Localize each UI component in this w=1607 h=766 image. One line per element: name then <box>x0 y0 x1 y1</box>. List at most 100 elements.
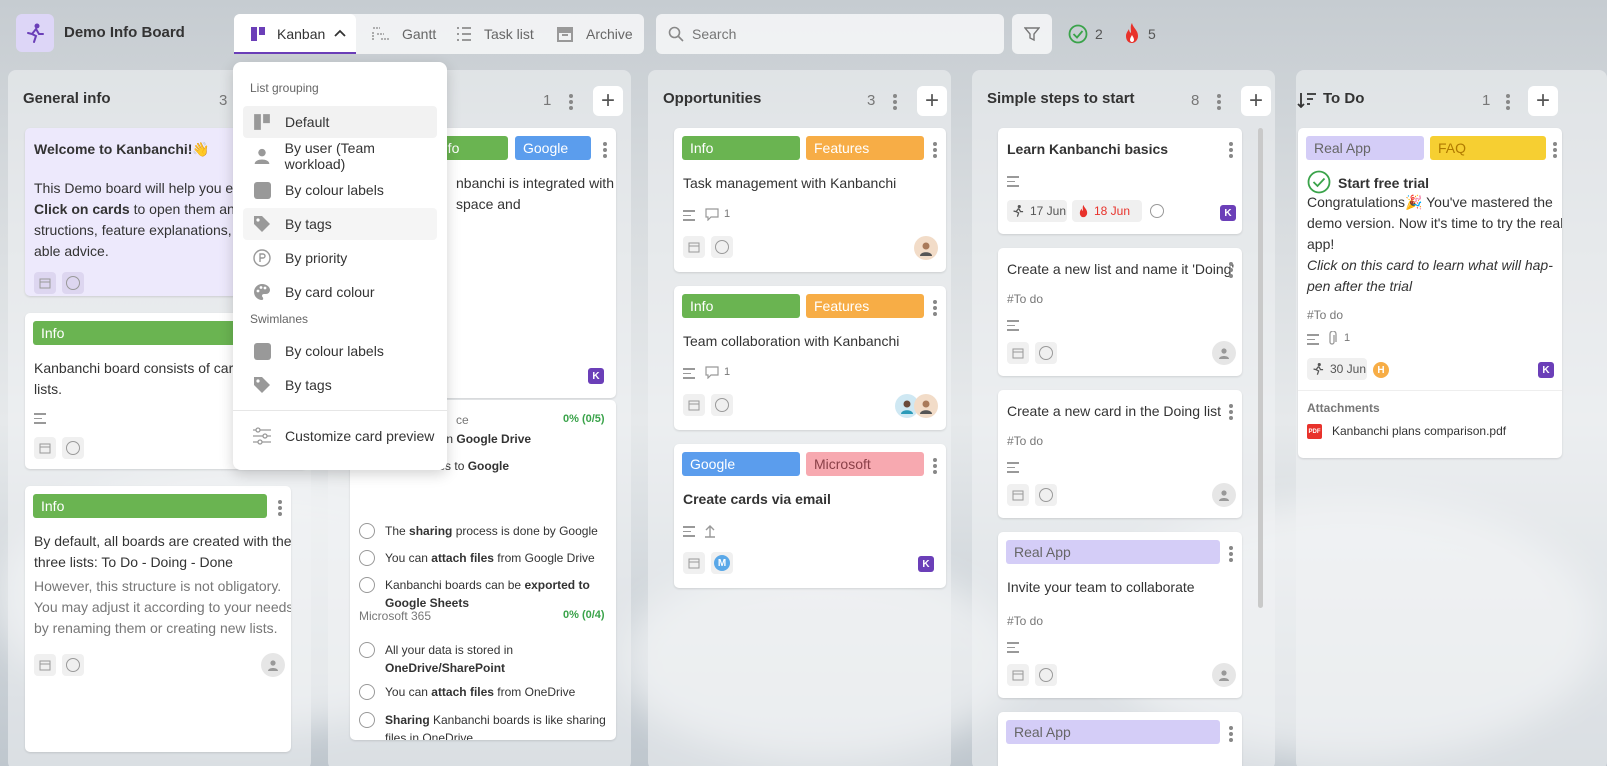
list-menu-icon[interactable] <box>569 94 573 110</box>
card-tag[interactable]: #To do <box>1307 308 1343 322</box>
card-title: Team collaboration with Kanbanchi <box>683 333 900 349</box>
calendar-icon[interactable] <box>34 654 56 676</box>
add-card-button[interactable]: + <box>1241 86 1271 116</box>
fire-icon[interactable] <box>1123 22 1141 44</box>
card-tag[interactable]: #To do <box>1007 434 1043 448</box>
card-create-card[interactable]: Create a new card in the Doing list #To … <box>998 390 1242 518</box>
calendar-icon[interactable] <box>34 437 56 459</box>
card-create-list[interactable]: Create a new list and name it 'Doing' #T… <box>998 248 1242 376</box>
menu-item-by-priority[interactable]: By priority <box>243 242 437 274</box>
menu-item-customize-preview[interactable]: Customize card preview <box>243 420 437 452</box>
calendar-icon[interactable] <box>34 272 56 294</box>
card-default-lists[interactable]: Info By default, all boards are created … <box>25 486 291 752</box>
tab-gantt[interactable]: Gantt <box>372 14 452 54</box>
board-title[interactable]: Demo Info Board <box>64 24 185 41</box>
calendar-icon[interactable] <box>1007 342 1029 364</box>
checklist-checkbox[interactable] <box>359 550 375 566</box>
card-menu-icon[interactable] <box>1229 404 1233 420</box>
menu-item-by-card-colour[interactable]: By card colour <box>243 276 437 308</box>
card-learn-basics[interactable]: Learn Kanbanchi basics 17 Jun 18 Jun K <box>998 128 1242 234</box>
calendar-icon[interactable] <box>683 552 705 574</box>
menu-item-by-user[interactable]: By user (Team workload) <box>243 140 437 172</box>
menu-item-default[interactable]: Default <box>243 106 437 138</box>
card-menu-icon[interactable] <box>933 300 937 316</box>
board-logo[interactable] <box>16 14 54 52</box>
list-menu-icon[interactable] <box>1506 94 1510 110</box>
check-circle-icon[interactable] <box>1307 170 1331 194</box>
list-title[interactable]: Simple steps to start <box>987 90 1135 107</box>
sort-icon[interactable] <box>1297 92 1317 108</box>
card-text: This Demo board will help you ex <box>34 180 241 196</box>
card-create-via-email[interactable]: Google Microsoft Create cards via email … <box>674 444 946 588</box>
user-avatar-icon[interactable] <box>1212 663 1236 687</box>
status-circle-icon[interactable] <box>1146 200 1168 222</box>
card-real-app[interactable]: Real App <box>998 712 1242 766</box>
card-menu-icon[interactable] <box>933 142 937 158</box>
status-circle-icon[interactable] <box>1035 342 1057 364</box>
card-text: space and <box>456 196 521 212</box>
card-menu-icon[interactable] <box>1553 142 1557 158</box>
card-tag[interactable]: #To do <box>1007 292 1043 306</box>
list-menu-icon[interactable] <box>893 94 897 110</box>
add-card-button[interactable]: + <box>1528 86 1558 116</box>
priority-high-icon[interactable]: H <box>1373 362 1389 378</box>
card-task-management[interactable]: Info Features Task management with Kanba… <box>674 128 946 272</box>
microsoft-status-icon[interactable]: M <box>711 552 733 574</box>
checklist-checkbox[interactable] <box>359 577 375 593</box>
add-card-button[interactable]: + <box>917 86 947 116</box>
card-menu-icon[interactable] <box>1229 142 1233 158</box>
list-menu-icon[interactable] <box>1217 94 1221 110</box>
checklist-checkbox[interactable] <box>359 684 375 700</box>
status-circle-icon[interactable] <box>62 654 84 676</box>
checklist-item: You can attach files from OneDrive <box>385 685 576 699</box>
list-title[interactable]: To Do <box>1323 90 1364 107</box>
due-date-chip[interactable]: 18 Jun <box>1072 200 1142 222</box>
card-menu-icon[interactable] <box>1229 726 1233 742</box>
status-circle-icon[interactable] <box>711 236 733 258</box>
list-scrollbar[interactable] <box>1258 128 1263 608</box>
attachment-file[interactable]: Kanbanchi plans comparison.pdf <box>1332 424 1506 438</box>
calendar-icon[interactable] <box>1007 484 1029 506</box>
status-circle-icon[interactable] <box>1035 664 1057 686</box>
user-avatar-icon[interactable] <box>1212 341 1236 365</box>
card-menu-icon[interactable] <box>1229 546 1233 562</box>
status-circle-icon[interactable] <box>62 437 84 459</box>
menu-item-by-colour-labels[interactable]: By colour labels <box>243 174 437 206</box>
start-date-chip[interactable]: 30 Jun <box>1307 358 1367 380</box>
user-avatar-icon[interactable] <box>914 236 938 260</box>
calendar-icon[interactable] <box>683 394 705 416</box>
add-card-button[interactable]: + <box>593 86 623 116</box>
card-menu-icon[interactable] <box>1229 262 1233 278</box>
user-avatar-icon[interactable] <box>261 653 285 677</box>
user-avatar-icon[interactable] <box>914 394 938 418</box>
tab-archive[interactable]: Archive <box>556 14 644 54</box>
card-menu-icon[interactable] <box>603 142 607 158</box>
calendar-icon[interactable] <box>683 236 705 258</box>
start-date-chip[interactable]: 17 Jun <box>1007 200 1067 222</box>
filter-button[interactable] <box>1012 14 1052 54</box>
checklist-checkbox[interactable] <box>359 712 375 728</box>
menu-item-by-tags[interactable]: By tags <box>243 208 437 240</box>
card-menu-icon[interactable] <box>278 500 282 516</box>
status-circle-icon[interactable] <box>1035 484 1057 506</box>
menu-item-swimlane-tags[interactable]: By tags <box>243 369 437 401</box>
tab-kanban[interactable]: Kanban <box>234 14 356 54</box>
status-circle-icon[interactable] <box>711 394 733 416</box>
calendar-icon[interactable] <box>1007 664 1029 686</box>
list-title[interactable]: Opportunities <box>663 90 761 107</box>
checklist-checkbox[interactable] <box>359 642 375 658</box>
card-tag[interactable]: #To do <box>1007 614 1043 628</box>
list-title[interactable]: General info <box>23 90 111 107</box>
search-input[interactable] <box>692 22 992 46</box>
card-team-collaboration[interactable]: Info Features Team collaboration with Ka… <box>674 286 946 430</box>
checklist-checkbox[interactable] <box>359 523 375 539</box>
card-menu-icon[interactable] <box>933 458 937 474</box>
user-avatar-icon[interactable] <box>1212 483 1236 507</box>
search-box[interactable] <box>656 14 1004 54</box>
card-start-free-trial[interactable]: Real App FAQ Start free trial Congratula… <box>1298 128 1562 458</box>
menu-item-swimlane-colour-labels[interactable]: By colour labels <box>243 335 437 367</box>
check-circle-icon[interactable] <box>1068 24 1088 44</box>
card-invite-team[interactable]: Real App Invite your team to collaborate… <box>998 532 1242 698</box>
status-circle-icon[interactable] <box>62 272 84 294</box>
tab-task-list[interactable]: Task list <box>456 14 546 54</box>
